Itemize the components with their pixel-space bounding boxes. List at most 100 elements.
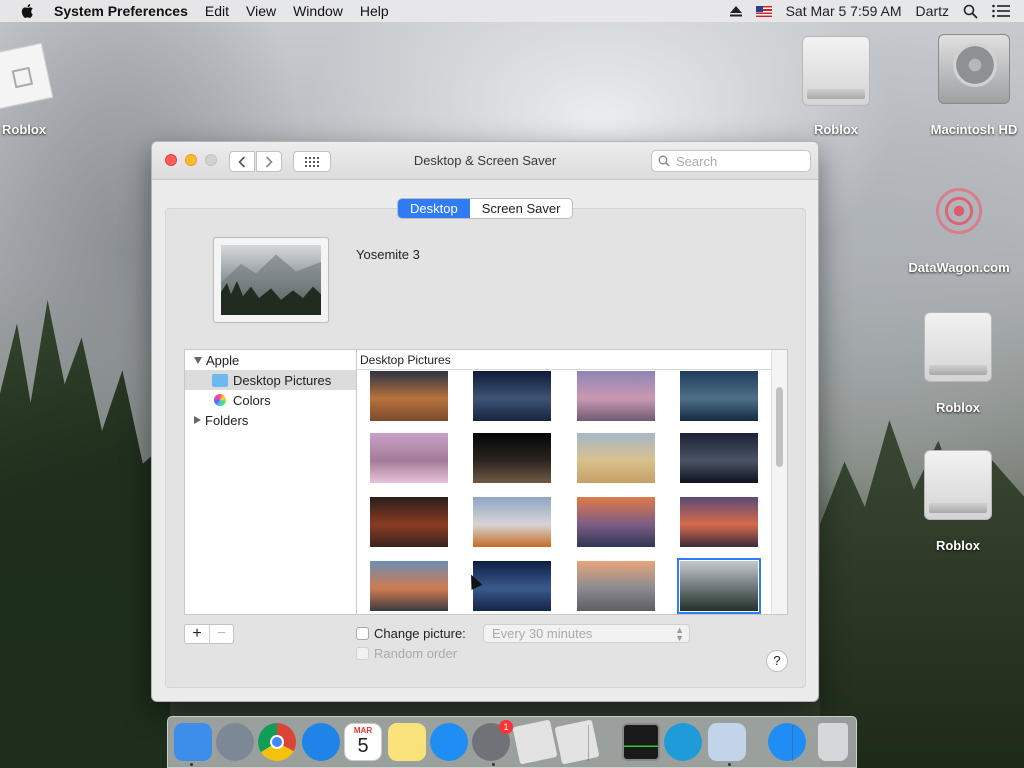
dock-roblox-2-icon[interactable] [554, 719, 600, 765]
wallpaper-thumbnail[interactable] [473, 371, 551, 421]
change-picture-checkbox[interactable] [356, 627, 369, 640]
spotlight-search-icon[interactable] [963, 4, 978, 19]
wallpaper-thumbnail[interactable] [680, 497, 758, 547]
wallpaper-thumbnail[interactable] [677, 558, 761, 614]
wallpaper-thumbnail[interactable] [370, 561, 448, 611]
desktop-icon-roblox-drive-1[interactable]: Roblox [796, 36, 876, 137]
drive-icon [924, 312, 992, 382]
hard-disk-icon [938, 34, 1010, 104]
dock-activity-monitor-icon[interactable] [622, 723, 660, 761]
desktop-icon-roblox-drive-2[interactable]: Roblox [918, 312, 998, 415]
random-order-checkbox[interactable] [356, 647, 369, 660]
random-order-row[interactable]: Random order [356, 646, 457, 661]
menu-view[interactable]: View [246, 3, 276, 19]
wallpaper-thumbnail[interactable] [577, 433, 655, 483]
dock-app-store-downloads-icon[interactable] [768, 723, 806, 761]
desktop-icon-roblox-app[interactable]: Roblox [0, 42, 54, 137]
notification-badge: 1 [499, 720, 513, 734]
source-desktop-pictures[interactable]: Desktop Pictures [185, 370, 357, 390]
wallpaper-thumbnail[interactable] [577, 561, 655, 611]
wallpaper-thumbnail[interactable] [680, 371, 758, 421]
dock-preview-icon[interactable] [708, 723, 746, 761]
input-source-flag-icon[interactable] [755, 5, 772, 17]
source-colors-label: Colors [233, 392, 271, 408]
stepper-arrows-icon: ▲ ▼ [675, 625, 684, 643]
grid-header: Desktop Pictures [357, 350, 773, 370]
window-titlebar[interactable]: Desktop & Screen Saver Search [152, 142, 818, 180]
drive-icon [802, 36, 870, 106]
source-apple[interactable]: Apple [185, 350, 357, 370]
dock-safari-icon[interactable] [302, 723, 340, 761]
tab-screen-saver[interactable]: Screen Saver [470, 199, 573, 218]
datawagon-icon [924, 176, 994, 246]
dock-roblox-1-icon[interactable] [512, 719, 558, 765]
wallpaper-thumbnail[interactable] [473, 433, 551, 483]
help-button[interactable]: ? [766, 650, 788, 672]
add-folder-button[interactable]: + [185, 625, 209, 643]
wallpaper-thumbnail[interactable] [680, 433, 758, 483]
desktop-screensaver-window: Desktop & Screen Saver Search Desktop Sc… [151, 141, 819, 702]
eject-icon[interactable] [729, 5, 742, 17]
calendar-month: MAR [353, 726, 373, 735]
wallpaper-thumbnail[interactable] [370, 497, 448, 547]
wallpaper-thumbnail[interactable] [370, 371, 448, 421]
wallpaper-thumbnail[interactable] [577, 371, 655, 421]
desktop-icon-label: Macintosh HD [930, 122, 1018, 137]
random-order-label: Random order [374, 646, 458, 661]
dock-app-store-icon[interactable] [430, 723, 468, 761]
wallpaper-thumbnail[interactable] [473, 561, 551, 611]
desktop-icon-label: Roblox [813, 122, 859, 137]
source-folders[interactable]: Folders [185, 410, 357, 430]
menu-window[interactable]: Window [293, 3, 343, 19]
dock-launchpad-icon[interactable] [216, 723, 254, 761]
change-picture-row[interactable]: Change picture: [356, 626, 466, 641]
calendar-day: 5 [357, 735, 369, 757]
desktop-icon-roblox-drive-3[interactable]: Roblox [918, 450, 998, 553]
dock-trash-icon[interactable] [818, 723, 848, 761]
menu-bar: System Preferences Edit View Window Help… [0, 0, 1024, 22]
disclosure-expanded-icon[interactable] [194, 356, 202, 364]
chrome-center-icon [270, 735, 284, 749]
dock-finder-icon[interactable] [174, 723, 212, 761]
drive-icon [924, 450, 992, 520]
vertical-scrollbar[interactable] [771, 350, 787, 614]
source-folders-label: Folders [205, 412, 249, 428]
wallpaper-thumbnail[interactable] [473, 497, 551, 547]
menu-help[interactable]: Help [360, 3, 389, 19]
dock-running-indicator [190, 763, 193, 766]
desktop-icon-datawagon[interactable]: DataWagon.com [904, 176, 1014, 275]
picture-grid: Desktop Pictures [356, 349, 788, 615]
menubar-clock[interactable]: Sat Mar 5 7:59 AM [786, 3, 902, 19]
add-remove-control: + − [184, 624, 234, 644]
notification-center-icon[interactable] [992, 4, 1010, 18]
dock-calendar-icon[interactable]: MAR 5 [344, 723, 382, 761]
source-colors[interactable]: Colors [185, 390, 357, 410]
dock-separator [792, 725, 793, 761]
change-interval-value: Every 30 minutes [492, 626, 593, 641]
dock-edge-icon[interactable] [664, 723, 702, 761]
wallpaper-thumbnail[interactable] [577, 497, 655, 547]
remove-folder-button[interactable]: − [209, 625, 233, 643]
source-apple-label: Apple [206, 352, 240, 368]
change-picture-label: Change picture: [374, 626, 466, 641]
disclosure-collapsed-icon[interactable] [194, 416, 201, 424]
dock-notes-icon[interactable] [388, 723, 426, 761]
desktop-icon-label: Roblox [2, 122, 47, 137]
menu-edit[interactable]: Edit [205, 3, 229, 19]
change-interval-select[interactable]: Every 30 minutes ▲ ▼ [483, 624, 690, 643]
preview-image [221, 245, 321, 315]
current-picture-name: Yosemite 3 [356, 247, 420, 262]
menubar-user[interactable]: Dartz [916, 3, 949, 19]
search-field[interactable]: Search [651, 150, 811, 172]
dock-separator [588, 725, 589, 761]
desktop-trees-left [0, 300, 170, 768]
apple-menu-icon[interactable] [20, 3, 36, 19]
dock-chrome-icon[interactable] [258, 723, 296, 761]
tab-desktop[interactable]: Desktop [398, 199, 470, 218]
tab-segmented-control: Desktop Screen Saver [397, 198, 574, 219]
menu-app-name[interactable]: System Preferences [54, 3, 188, 19]
search-icon [658, 155, 670, 167]
scrollbar-thumb[interactable] [776, 387, 783, 467]
desktop-icon-macintosh-hd[interactable]: Macintosh HD [924, 34, 1024, 137]
wallpaper-thumbnail[interactable] [370, 433, 448, 483]
